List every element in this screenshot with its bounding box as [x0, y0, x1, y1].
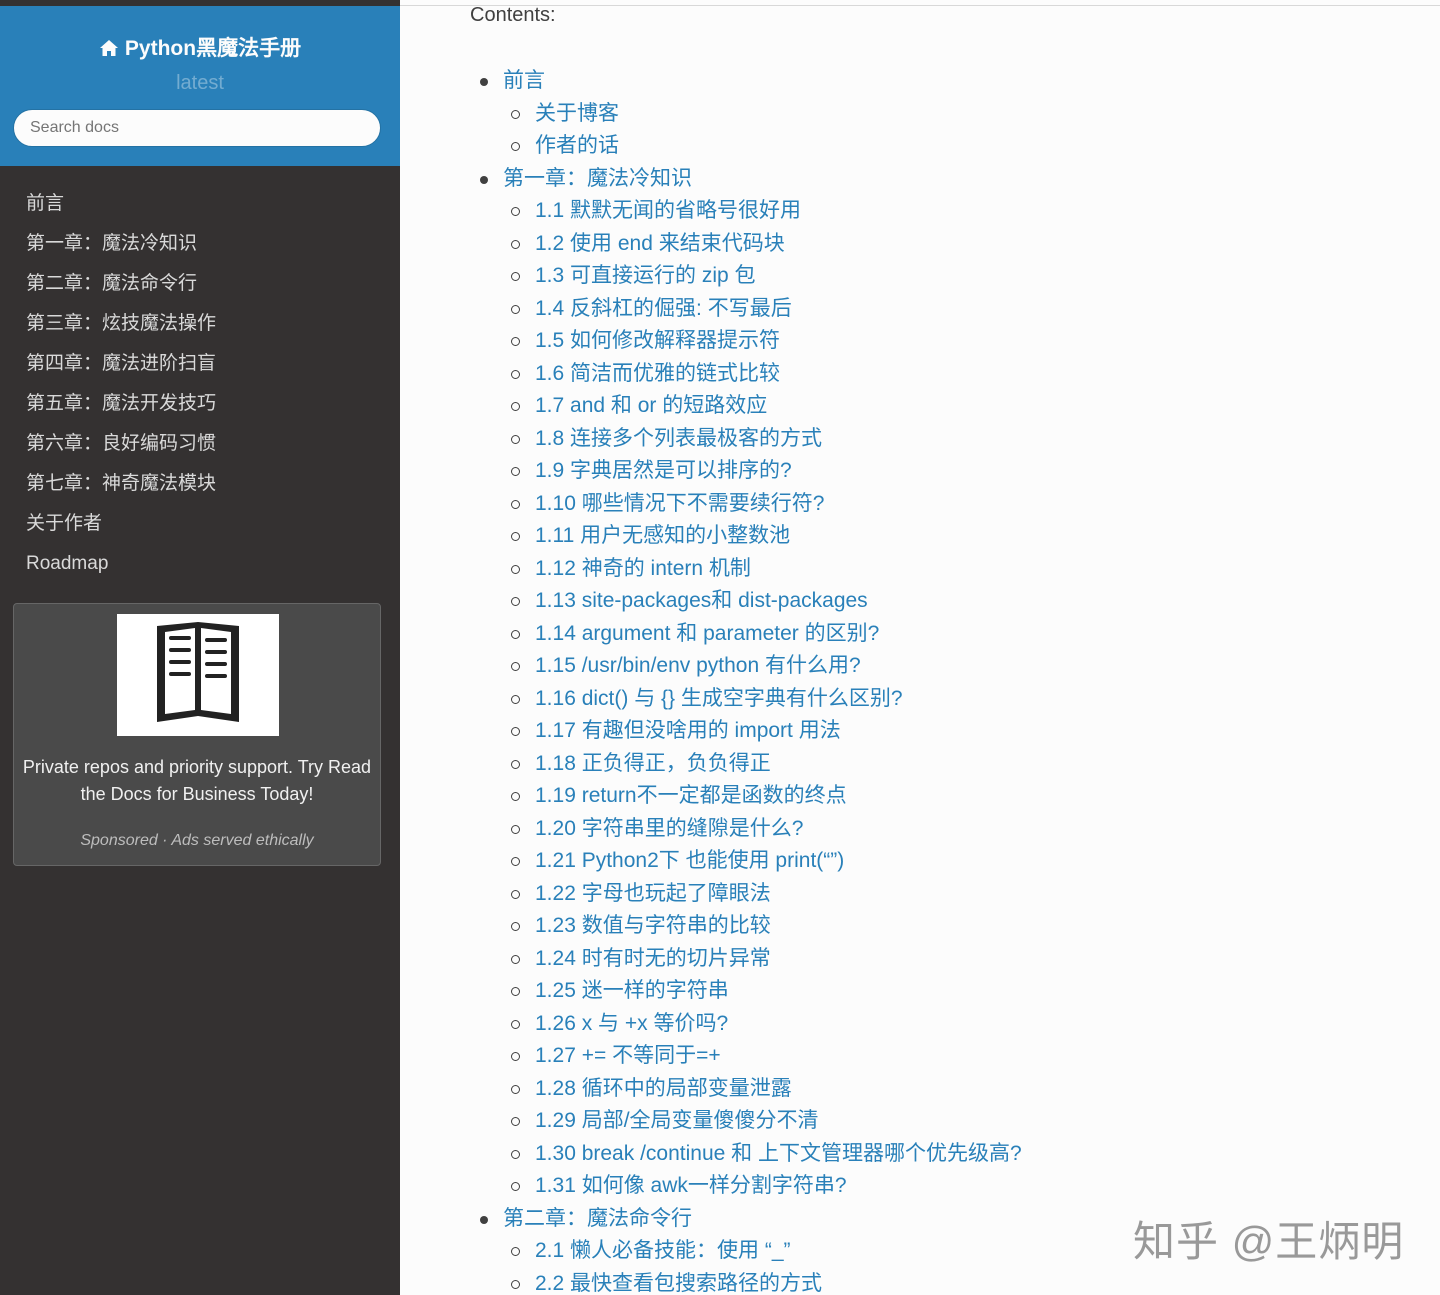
sidebar-nav: 前言 第一章：魔法冷知识 第二章：魔法命令行 第三章：炫技魔法操作 第四章：魔法… — [0, 184, 400, 584]
toc-section-link[interactable]: 1.29 局部/全局变量傻傻分不清 — [470, 1105, 1430, 1138]
toc-section-link[interactable]: 1.28 循环中的局部变量泄露 — [470, 1073, 1430, 1106]
toc-chapter-link[interactable]: 第一章：魔法冷知识 — [470, 163, 1430, 196]
toc-section-link[interactable]: 1.21 Python2下 也能使用 print(“”) — [470, 845, 1430, 878]
toc-section-link[interactable]: 1.9 字典居然是可以排序的? — [470, 455, 1430, 488]
toc-section-link[interactable]: 1.25 迷一样的字符串 — [470, 975, 1430, 1008]
watermark: 知乎 @王炳明 — [1133, 1218, 1405, 1265]
toc-section-link[interactable]: 1.10 哪些情况下不需要续行符? — [470, 488, 1430, 521]
sidebar-item-chapter-4[interactable]: 第四章：魔法进阶扫盲 — [0, 344, 400, 384]
toc-section-link[interactable]: 1.5 如何修改解释器提示符 — [470, 325, 1430, 358]
version-label: latest — [176, 72, 224, 94]
sponsored-ad[interactable]: Private repos and priority support. Try … — [13, 603, 381, 866]
sidebar-item-chapter-5[interactable]: 第五章：魔法开发技巧 — [0, 384, 400, 424]
toc-chapter-link[interactable]: 前言 — [470, 65, 1430, 98]
toc-section-link[interactable]: 1.14 argument 和 parameter 的区别? — [470, 618, 1430, 651]
toc-section-link[interactable]: 1.15 /usr/bin/env python 有什么用? — [470, 650, 1430, 683]
toc-section-link[interactable]: 1.31 如何像 awk一样分割字符串? — [470, 1170, 1430, 1203]
sidebar-item-preface[interactable]: 前言 — [0, 184, 400, 224]
toc-section-link[interactable]: 1.16 dict() 与 {} 生成空字典有什么区别? — [470, 683, 1430, 716]
book-icon — [157, 622, 239, 722]
toc-section-link[interactable]: 1.20 字符串里的缝隙是什么? — [470, 813, 1430, 846]
toc-section-link[interactable]: 1.4 反斜杠的倔强: 不写最后 — [470, 293, 1430, 326]
toc-section-link[interactable]: 1.13 site-packages和 dist-packages — [470, 585, 1430, 618]
sidebar-item-roadmap[interactable]: Roadmap — [0, 544, 400, 584]
toc-section-link[interactable]: 1.11 用户无感知的小整数池 — [470, 520, 1430, 553]
project-title: Python黑魔法手册 — [124, 37, 302, 60]
toc-section-link[interactable]: 1.24 时有时无的切片异常 — [470, 943, 1430, 976]
ad-sponsor-label[interactable]: Sponsored · Ads served ethically — [14, 832, 380, 850]
project-home-link[interactable]: Python黑魔法手册 — [0, 32, 400, 63]
home-icon — [99, 39, 119, 63]
sidebar: Python黑魔法手册 latest 前言 第一章：魔法冷知识 第二章：魔法命令… — [0, 0, 400, 1295]
ad-image[interactable] — [117, 614, 279, 736]
toc-section-link[interactable]: 1.7 and 和 or 的短路效应 — [470, 390, 1430, 423]
sidebar-item-chapter-7[interactable]: 第七章：神奇魔法模块 — [0, 464, 400, 504]
contents-heading: Contents: — [470, 4, 556, 26]
toc-section-link[interactable]: 1.22 字母也玩起了障眼法 — [470, 878, 1430, 911]
toc-section-link[interactable]: 1.12 神奇的 intern 机制 — [470, 553, 1430, 586]
toc-section-link[interactable]: 1.27 += 不等同于=+ — [470, 1040, 1430, 1073]
toc-section-link[interactable]: 1.6 简洁而优雅的链式比较 — [470, 358, 1430, 391]
toc-section-link[interactable]: 2.2 最快查看包搜索路径的方式 — [470, 1268, 1430, 1295]
toc-section-link[interactable]: 1.18 正负得正，负负得正 — [470, 748, 1430, 781]
sidebar-item-chapter-2[interactable]: 第二章：魔法命令行 — [0, 264, 400, 304]
toc-section-link[interactable]: 1.17 有趣但没啥用的 import 用法 — [470, 715, 1430, 748]
toc-section-link[interactable]: 1.26 x 与 +x 等价吗? — [470, 1008, 1430, 1041]
sidebar-item-chapter-3[interactable]: 第三章：炫技魔法操作 — [0, 304, 400, 344]
toc-section-link[interactable]: 关于博客 — [470, 98, 1430, 131]
top-border — [400, 5, 1440, 6]
toc-section-link[interactable]: 1.3 可直接运行的 zip 包 — [470, 260, 1430, 293]
toc-section-link[interactable]: 1.8 连接多个列表最极客的方式 — [470, 423, 1430, 456]
toc-section-link[interactable]: 1.19 return不一定都是函数的终点 — [470, 780, 1430, 813]
ad-text[interactable]: Private repos and priority support. Try … — [22, 754, 372, 808]
toc-section-link[interactable]: 1.1 默默无闻的省略号很好用 — [470, 195, 1430, 228]
toc-section-link[interactable]: 作者的话 — [470, 130, 1430, 163]
sidebar-item-about-author[interactable]: 关于作者 — [0, 504, 400, 544]
toc-section-link[interactable]: 1.23 数值与字符串的比较 — [470, 910, 1430, 943]
table-of-contents: 前言 关于博客 作者的话 第一章：魔法冷知识 1.1 默默无闻的省略号很好用 1.2 使用… — [470, 65, 1430, 1295]
sidebar-item-chapter-1[interactable]: 第一章：魔法冷知识 — [0, 224, 400, 264]
search-input[interactable] — [13, 109, 381, 147]
sidebar-item-chapter-6[interactable]: 第六章：良好编码习惯 — [0, 424, 400, 464]
toc-section-link[interactable]: 1.30 break /continue 和 上下文管理器哪个优先级高? — [470, 1138, 1430, 1171]
toc-section-link[interactable]: 1.2 使用 end 来结束代码块 — [470, 228, 1430, 261]
sidebar-header: Python黑魔法手册 latest — [0, 6, 400, 166]
